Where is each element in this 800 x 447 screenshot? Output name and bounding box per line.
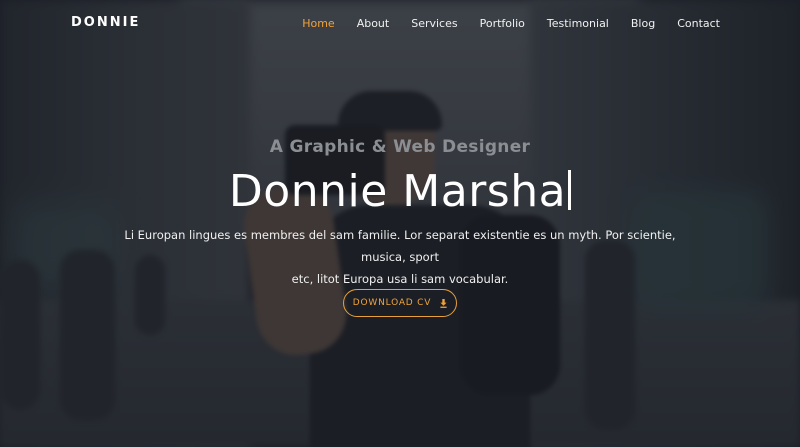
hero-content: A Graphic & Web Designer Donnie Marsha L…: [0, 0, 800, 447]
hero-subtitle: A Graphic & Web Designer: [269, 137, 531, 157]
hero-section: DONNIE Home About Services Portfolio Tes…: [0, 0, 800, 447]
download-cv-button[interactable]: DOWNLOAD CV: [343, 289, 457, 317]
download-icon: [440, 298, 447, 308]
hero-title: Donnie Marsha: [0, 166, 800, 217]
hero-description-line-1: Li Europan lingues es membres del sam fa…: [124, 228, 676, 264]
hero-description: Li Europan lingues es membres del sam fa…: [120, 224, 680, 290]
download-cv-label: DOWNLOAD CV: [352, 298, 432, 308]
hero-title-text: Donnie Marsha: [228, 166, 567, 217]
typing-cursor: [568, 170, 572, 210]
hero-description-line-2: etc, litot Europa usa li sam vocabular.: [291, 272, 509, 286]
